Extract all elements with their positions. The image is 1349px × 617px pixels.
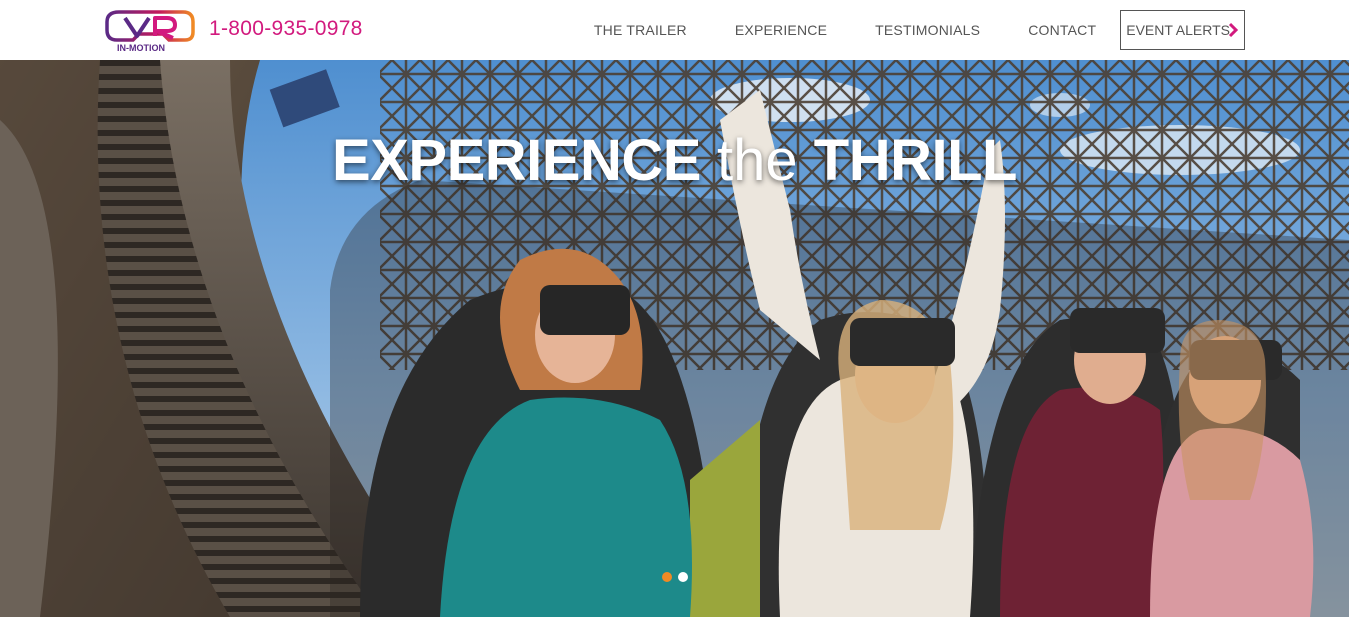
vr-logo-icon: IN-MOTION [105,10,195,53]
nav-the-trailer[interactable]: THE TRAILER [594,22,687,38]
main-nav: THE TRAILER EXPERIENCE TESTIMONIALS CONT… [594,10,1245,50]
nav-testimonials[interactable]: TESTIMONIALS [875,22,980,38]
site-header: IN-MOTION 1-800-935-0978 THE TRAILER EXP… [0,0,1349,60]
hero-headline: EXPERIENCE the THRILL [0,127,1349,194]
chevron-right-icon [1228,22,1239,38]
phone-number[interactable]: 1-800-935-0978 [209,17,363,41]
hero-banner: EXPERIENCE the THRILL [0,60,1349,617]
nav-contact[interactable]: CONTACT [1028,22,1096,38]
carousel-dot-2[interactable] [678,572,688,582]
headline-experience: EXPERIENCE [332,128,701,193]
logo-text: IN-MOTION [117,43,165,53]
event-alerts-label: EVENT ALERTS [1126,22,1230,38]
event-alerts-button[interactable]: EVENT ALERTS [1120,10,1245,50]
nav-experience[interactable]: EXPERIENCE [735,22,827,38]
vr-in-motion-logo[interactable]: IN-MOTION [105,8,195,54]
headline-thrill: THRILL [813,128,1018,193]
carousel-dot-1[interactable] [662,572,672,582]
headline-the: the [717,128,798,193]
carousel-dots [662,572,694,582]
